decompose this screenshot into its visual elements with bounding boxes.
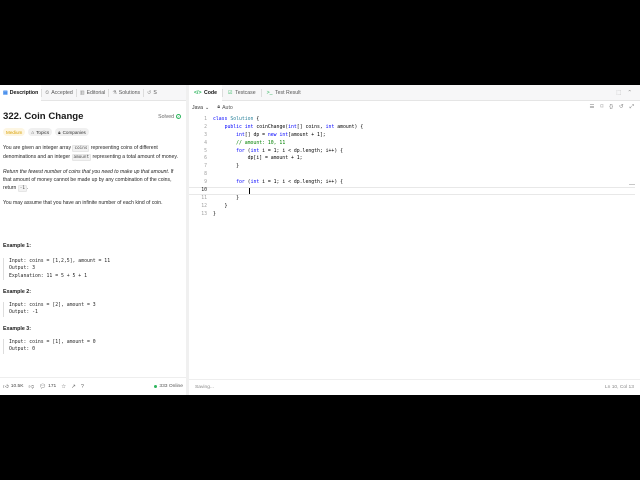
code-line: dp[i] = amount + 1; [213,156,303,162]
share-icon: ↗ [71,383,76,390]
share-button[interactable]: ↗ [71,384,76,390]
tab-test-result[interactable]: >_ Test Result [262,85,306,101]
code-line: int[] dp = new int[amount + 1]; [236,132,326,138]
editor-toolbar: Java ⌄ 🔒︎ Auto ☰ ⌑ {} ↺ ⤢ [189,101,640,114]
expand-icon[interactable]: ⤢ [630,104,634,111]
terminal-icon: >_ [266,89,273,96]
code-line: for (int i = 1; i < dp.length; i++) { [236,148,343,154]
left-tab-bar: ▤ Description ⏲ Accepted ▥ Editorial ⚗ S… [0,84,186,101]
code-line: class Solution { [213,117,260,122]
comments-button[interactable]: 💬︎ 171 [39,384,56,390]
code-line: public int coinChange(int[] coins, int a… [224,124,364,130]
desc-paragraph-3: You may assume that you have an infinite… [3,200,163,207]
collapse-icon[interactable]: ⌃ [627,90,632,96]
right-tab-bar: </> Code ☑ Testcase >_ Test Result ⬚ ⌃ [189,84,640,101]
editor-actions: ☰ ⌑ {} ↺ ⤢ [590,104,640,111]
code-line: // amount: 10, 11 [236,140,286,146]
example-2-title: Example 2: [3,289,31,295]
tab-description[interactable]: ▤ Description [0,84,42,101]
favorite-button[interactable]: ☆ [61,384,66,390]
dislike-button[interactable]: 👎︎ [29,384,35,390]
scrollbar-marker [629,184,635,185]
star-icon: ☆ [61,383,67,390]
code-editor[interactable]: 1 2 3 4 5 6 7 8 9 10 11 12 13 class Solu… [189,116,640,378]
online-count: 333 Online [154,384,183,389]
app-frame: ▤ Description ⏲ Accepted ▥ Editorial ⚗ S… [0,84,640,395]
check-circle-icon: ✓ [176,114,181,119]
tab-editorial[interactable]: ▥ Editorial [77,85,108,101]
topics-badge[interactable]: ⌂ Topics [28,128,53,136]
tab-accepted[interactable]: ⏲ Accepted [42,85,76,101]
panel-controls: ⬚ ⌃ [616,90,640,96]
description-panel: ▤ Description ⏲ Accepted ▥ Editorial ⚗ S… [0,84,186,395]
online-dot-icon [154,385,158,388]
line-number-gutter: 1 2 3 4 5 6 7 8 9 10 11 12 13 [201,117,207,217]
comment-icon: 💬︎ [39,383,47,390]
example-1-block: Input: coins = [1,2,5], amount = 11 Outp… [3,258,181,281]
chevron-down-icon: ⌄ [204,104,210,111]
desc-paragraph-1: You are given an integer array coins rep… [3,145,178,162]
checkbox-icon: ☑ [227,89,233,96]
title-row: 322. Coin Change Solved ✓ [3,111,181,122]
like-button[interactable]: 👍︎ 10.5K [3,384,24,390]
code-icon: </> [194,89,202,96]
badge-row: Medium ⌂ Topics 🔒︎ Companies [3,128,89,136]
tab-testcase[interactable]: ☑ Testcase [223,85,261,101]
example-1-title: Example 1: [3,243,31,249]
code-line: } [213,203,228,209]
document-icon: ▤ [3,89,8,96]
bookmark-icon[interactable]: ⌑ [600,104,603,111]
lock-icon: 🔒︎ [217,104,221,110]
problem-title[interactable]: 322. Coin Change [3,111,84,122]
solved-status: Solved ✓ [158,113,181,120]
history-icon: ↺ [147,89,152,96]
lock-icon: 🔒︎ [58,129,61,135]
code-line: } [213,164,239,170]
reset-icon[interactable]: ↺ [619,104,624,111]
editor-status-bar: Saving... Ln 10, Col 13 [189,379,640,395]
code-line: } [213,211,216,217]
thumbs-down-icon: 👎︎ [28,383,35,390]
thumbs-up-icon: 👍︎ [3,383,9,390]
text-caret [249,188,250,194]
help-button[interactable]: ? [81,384,84,390]
cursor-position: Ln 10, Col 13 [604,385,634,390]
save-status: Saving... [195,385,215,390]
format-icon[interactable]: ☰ [590,104,595,111]
tab-solutions[interactable]: ⚗ Solutions [109,85,143,101]
auto-save-indicator[interactable]: 🔒︎ Auto [217,104,232,111]
desc-paragraph-2: Return the fewest number of coins that y… [3,168,174,193]
tab-submissions[interactable]: ↺ S [144,85,160,101]
difficulty-badge: Medium [3,128,26,136]
tag-icon: ⌂ [31,129,35,135]
language-select[interactable]: Java ⌄ [192,105,209,111]
editor-panel: </> Code ☑ Testcase >_ Test Result ⬚ ⌃ J… [189,84,640,395]
description-body: 322. Coin Change Solved ✓ Medium ⌂ Topic… [0,101,186,377]
code-lines: class Solution { public int coinChange(i… [213,116,633,219]
code-line: for (int i = 1; i < dp.length; i++) { [236,180,343,186]
flask-icon: ⚗ [112,89,117,96]
clock-icon: ⏲ [45,89,50,96]
companies-badge[interactable]: 🔒︎ Companies [55,128,89,136]
maximize-icon[interactable]: ⬚ [616,90,621,96]
example-3-title: Example 3: [3,326,31,332]
description-footer: 👍︎ 10.5K 👎︎ 💬︎ 171 ☆ ↗ ? 333 Online [0,377,186,395]
example-3-block: Input: coins = [1], amount = 0 Output: 0 [3,339,181,354]
example-2-block: Input: coins = [2], amount = 3 Output: -… [3,302,181,317]
problem-description: You are given an integer array coins rep… [3,144,181,213]
code-line: } [213,195,239,201]
question-icon: ? [80,383,84,390]
braces-icon[interactable]: {} [609,104,613,111]
tab-code[interactable]: </> Code [189,84,222,101]
book-icon: ▥ [79,89,85,96]
